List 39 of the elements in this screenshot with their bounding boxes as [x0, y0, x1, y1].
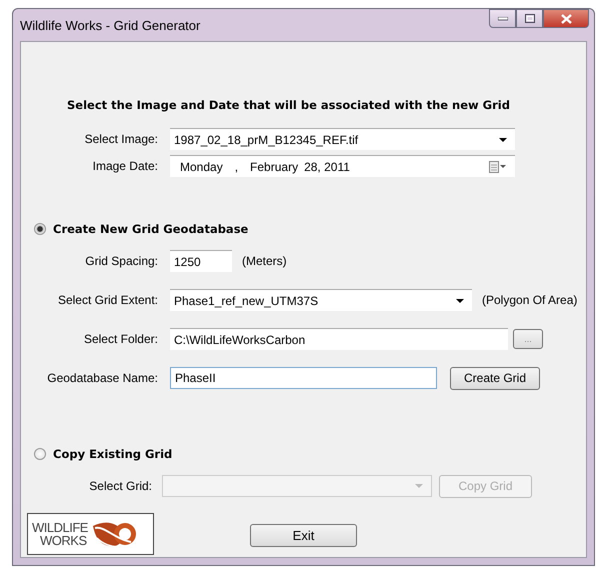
- date-part[interactable]: ,: [234, 160, 238, 174]
- date-part[interactable]: 28, 2011: [304, 160, 350, 174]
- section-heading: Select the Image and Date that will be associated with the new Grid: [67, 97, 511, 113]
- dropdown-arrow-icon: [415, 484, 423, 488]
- logo-text: WILDLIFE: [32, 521, 88, 534]
- date-part[interactable]: Monday: [180, 160, 223, 174]
- radio-label[interactable]: Create New Grid Geodatabase: [53, 222, 248, 236]
- maximize-icon: [524, 14, 534, 23]
- minimize-icon: [498, 16, 508, 20]
- radio-button[interactable]: [34, 448, 46, 460]
- calendar-dropdown-icon: [489, 160, 507, 172]
- logo-text: WORKS: [40, 534, 88, 547]
- date-picker[interactable]: Monday , February 28, 2011: [170, 155, 515, 177]
- radio-label[interactable]: Copy Existing Grid: [53, 447, 172, 461]
- field-label: Geodatabase Name:: [46, 371, 158, 385]
- dropdown-field[interactable]: Phase1_ref_new_UTM37S: [170, 289, 472, 311]
- field-label: Select Folder:: [82, 332, 158, 346]
- field-label: Grid Spacing:: [84, 254, 158, 268]
- field-label: Select Grid Extent:: [56, 293, 158, 307]
- field-label: Select Grid:: [88, 479, 152, 493]
- text-field[interactable]: PhaseII: [170, 367, 437, 389]
- maximize-button[interactable]: [516, 9, 543, 28]
- window-title: Wildlife Works - Grid Generator: [20, 18, 200, 33]
- text-field[interactable]: 1250: [170, 250, 232, 272]
- unit-label: (Meters): [242, 254, 287, 268]
- field-label: Select Image:: [84, 132, 158, 146]
- radio-button[interactable]: [34, 223, 46, 235]
- exit-button[interactable]: Exit: [250, 524, 357, 547]
- close-button[interactable]: [543, 9, 589, 28]
- close-icon: [560, 14, 572, 24]
- action-button[interactable]: Create Grid: [450, 366, 540, 390]
- unit-label: (Polygon Of Area): [482, 293, 578, 307]
- field-label: Image Date:: [92, 159, 158, 173]
- dropdown-arrow-icon: [456, 298, 464, 302]
- text-field[interactable]: C:\WildLifeWorksCarbon: [170, 328, 508, 350]
- dropdown-field[interactable]: 1987_02_18_prM_B12345_REF.tif: [170, 128, 515, 150]
- dropdown-arrow-icon: [499, 138, 507, 142]
- minimize-button[interactable]: [489, 9, 516, 28]
- date-part[interactable]: February: [250, 160, 298, 174]
